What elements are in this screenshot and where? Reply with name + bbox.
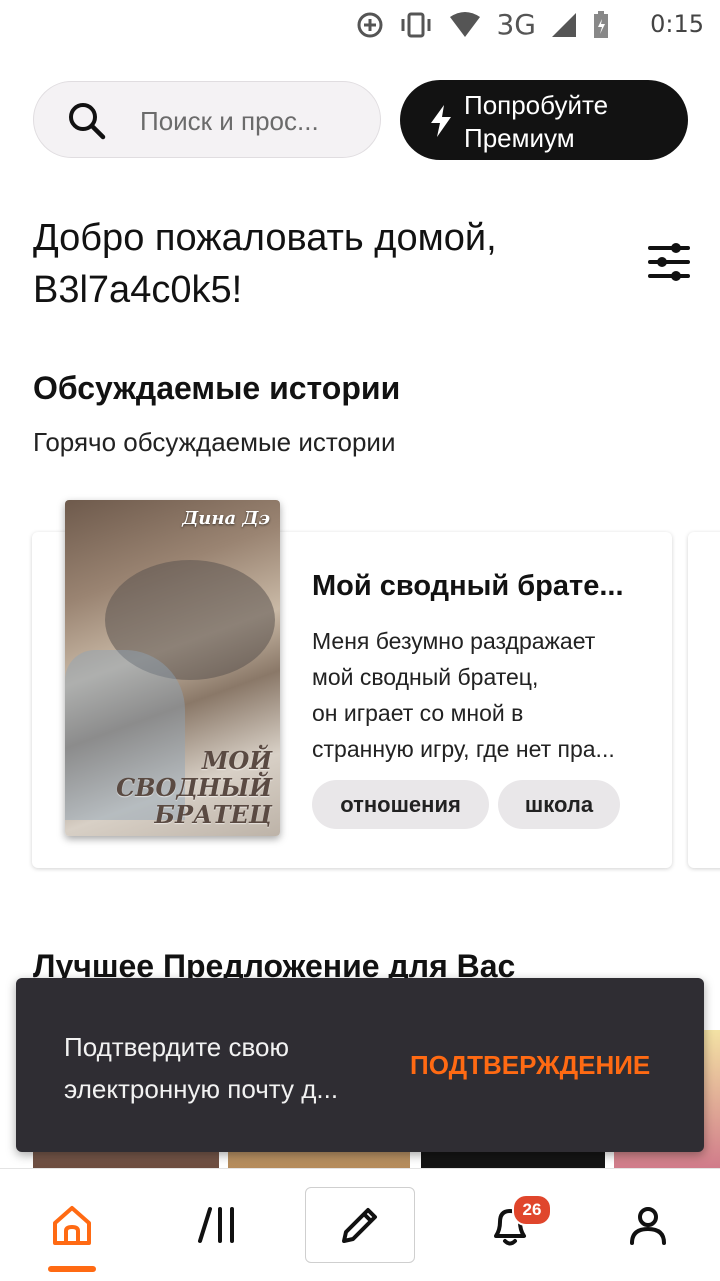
snackbar-line: Подтвердите свою <box>64 1032 289 1062</box>
story-title[interactable]: Мой сводный брате... <box>312 570 642 603</box>
search-icon <box>69 103 106 140</box>
battery-icon <box>594 10 608 38</box>
search-bar[interactable]: Поиск и прос... <box>33 81 381 158</box>
status-icons: 3G <box>356 8 610 41</box>
section-subtitle: Горячо обсуждаемые истории <box>33 427 396 457</box>
nav-notifications[interactable] <box>460 1169 560 1281</box>
profile-icon <box>630 1207 666 1245</box>
description-line: он играет со мной в <box>312 700 524 726</box>
write-icon <box>342 1208 377 1243</box>
notification-badge: 26 <box>512 1194 552 1226</box>
active-tab-indicator <box>48 1266 96 1272</box>
nav-write[interactable] <box>305 1187 415 1263</box>
premium-label: Попробуйте Премиум <box>464 90 609 153</box>
description-line: странную игру, где нет пра... <box>312 736 615 762</box>
premium-button[interactable]: Попробуйте Премиум <box>400 80 688 160</box>
tag-chip[interactable]: школа <box>498 780 620 829</box>
search-placeholder: Поиск и прос... <box>140 106 319 136</box>
snackbar-message: Подтвердите свою электронную почту д... <box>64 1026 374 1110</box>
description-line: мой сводный братец, <box>312 664 539 690</box>
story-description: Меня безумно раздражает мой сводный брат… <box>312 623 642 767</box>
vibrate-icon <box>401 12 431 37</box>
lightning-icon <box>431 105 451 137</box>
welcome-line: Добро пожаловать домой, <box>33 217 497 259</box>
cover-title-line: МОЙ <box>201 746 272 775</box>
signal-icon <box>552 12 576 37</box>
snackbar-line: электронную почту д... <box>64 1074 339 1104</box>
home-icon <box>53 1206 91 1245</box>
confirm-button[interactable]: ПОДТВЕРЖДЕНИЕ <box>410 1050 650 1081</box>
data-saver-icon <box>357 12 383 37</box>
cover-title: МОЙ СВОДНЫЙ БРАТЕЦ <box>116 747 272 828</box>
email-confirm-snackbar: Подтвердите свою электронную почту д... … <box>16 978 704 1152</box>
welcome-heading: Добро пожаловать домой, B3l7a4c0k5! <box>33 212 593 316</box>
status-time: 0:15 <box>650 10 704 38</box>
section-title: Обсуждаемые истории <box>33 370 401 406</box>
filter-sliders-icon[interactable] <box>648 240 690 284</box>
cover-title-line: СВОДНЫЙ <box>116 773 272 802</box>
nav-library[interactable] <box>168 1169 268 1281</box>
status-bar: 3G 0:15 <box>0 0 720 50</box>
cover-title-line: БРАТЕЦ <box>154 800 272 829</box>
wifi-icon <box>450 11 481 37</box>
library-icon <box>198 1207 234 1243</box>
description-line: Меня безумно раздражает <box>312 628 596 654</box>
username: B3l7a4c0k5! <box>33 269 243 311</box>
next-story-card[interactable] <box>688 532 720 868</box>
network-type: 3G <box>496 8 536 41</box>
nav-profile[interactable] <box>598 1169 698 1281</box>
tag-chip[interactable]: отношения <box>312 780 489 829</box>
book-cover[interactable]: Дина Дэ МОЙ СВОДНЫЙ БРАТЕЦ <box>65 500 280 836</box>
nav-home[interactable] <box>22 1169 122 1281</box>
cover-author: Дина Дэ <box>182 508 270 529</box>
